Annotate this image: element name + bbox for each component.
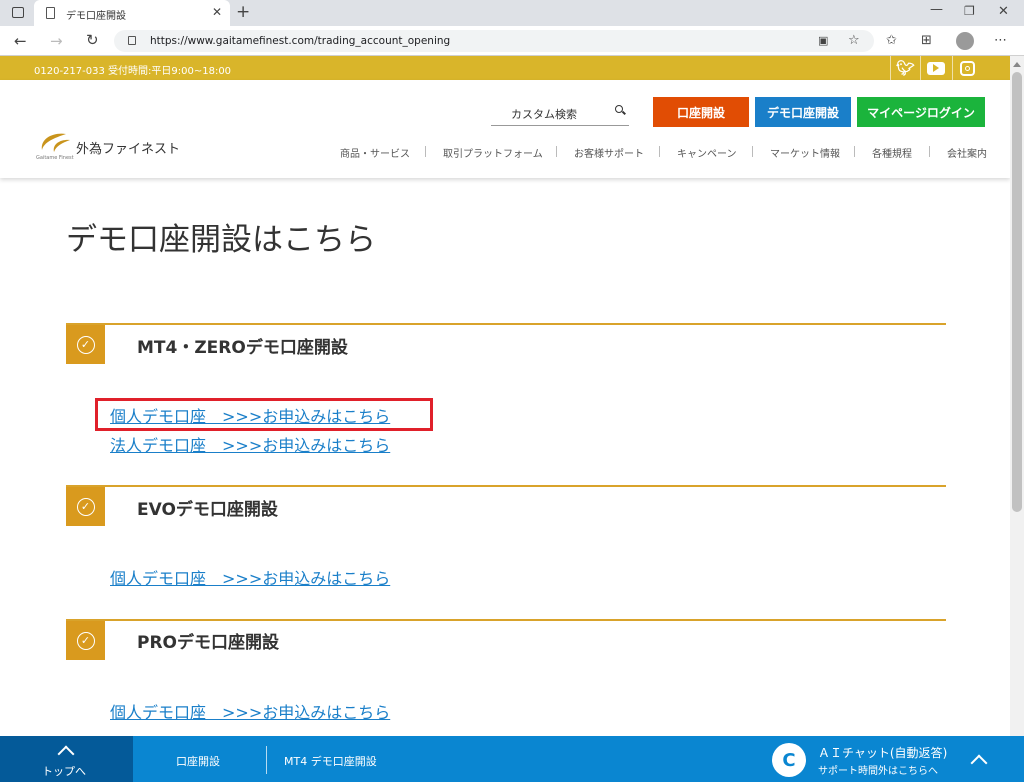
- twitter-icon: 🐦︎: [895, 59, 916, 77]
- site-logo[interactable]: 外為ファイネスト Gaitame Finest: [36, 128, 196, 162]
- check-circle-icon: ✓: [76, 631, 95, 650]
- evo-individual-demo-link[interactable]: 個人デモ口座 >>>お申込みはこちら: [110, 565, 390, 589]
- nav-market[interactable]: マーケット情報: [770, 145, 840, 160]
- section-title-mt4: MT4・ZEROデモ口座開設: [137, 338, 348, 358]
- bottom-fixed-bar: トップへ 口座開設 MT4 デモ口座開設 C ＡＩチャット(自動返答) サポート…: [0, 736, 1024, 782]
- refresh-icon[interactable]: ↻: [86, 33, 99, 48]
- bottom-mt4-demo-link[interactable]: MT4 デモ口座開設: [284, 753, 377, 769]
- address-bar[interactable]: https://www.gaitamefinest.com/trading_ac…: [114, 30, 874, 52]
- section-divider: [66, 485, 946, 487]
- favorites-icon[interactable]: ✩: [886, 34, 897, 47]
- nav-divider: [854, 146, 855, 157]
- contact-strip: 0120-217-033 受付時間:平日9:00~18:00: [0, 56, 1010, 80]
- tab-title: デモ口座開設: [66, 11, 126, 22]
- chat-bubble-icon: C: [772, 743, 806, 777]
- page-title: デモ口座開設はこちら: [66, 222, 376, 258]
- logo-mark-icon: [41, 133, 70, 152]
- section-check-badge: ✓: [66, 487, 105, 526]
- lock-icon: [128, 36, 136, 45]
- section-check-badge: ✓: [66, 325, 105, 364]
- demo-account-button[interactable]: デモ口座開設: [755, 97, 851, 127]
- forward-icon[interactable]: →: [50, 34, 63, 49]
- scrollbar-thumb[interactable]: [1012, 72, 1022, 512]
- close-window-icon[interactable]: ✕: [998, 5, 1009, 18]
- youtube-link[interactable]: [920, 56, 950, 80]
- mypage-login-button[interactable]: マイページログイン: [857, 97, 985, 127]
- page-icon: [46, 7, 55, 19]
- nav-campaign[interactable]: キャンペーン: [677, 145, 737, 160]
- ai-chat-button[interactable]: C ＡＩチャット(自動返答) サポート時間外はこちらへ: [772, 742, 952, 778]
- close-tab-icon[interactable]: ✕: [212, 6, 222, 18]
- check-circle-icon: ✓: [76, 497, 95, 516]
- nav-platform[interactable]: 取引プラットフォーム: [443, 145, 543, 160]
- nav-divider: [752, 146, 753, 157]
- back-to-top-label: トップへ: [42, 765, 86, 778]
- qr-code-icon[interactable]: ▣: [818, 35, 828, 46]
- scroll-up-icon[interactable]: [1013, 62, 1021, 67]
- chevron-up-icon: [57, 745, 75, 763]
- mt4-corporate-demo-link[interactable]: 法人デモ口座 >>>お申込みはこちら: [110, 432, 390, 456]
- nav-divider: [659, 146, 660, 157]
- more-icon[interactable]: ⋯: [994, 34, 1007, 47]
- section-title-evo: EVOデモ口座開設: [137, 500, 278, 520]
- pro-individual-demo-link[interactable]: 個人デモ口座 >>>お申込みはこちら: [110, 699, 390, 723]
- tab-actions-icon[interactable]: [12, 7, 24, 18]
- chevron-up-icon[interactable]: [970, 754, 988, 772]
- twitter-link[interactable]: 🐦︎: [890, 56, 920, 80]
- account-opening-button[interactable]: 口座開設: [653, 97, 749, 127]
- nav-company[interactable]: 会社案内: [947, 145, 987, 160]
- back-icon[interactable]: ←: [14, 34, 27, 49]
- bottom-divider: [266, 746, 267, 774]
- site-search[interactable]: カスタム検索: [491, 99, 629, 126]
- check-circle-icon: ✓: [76, 335, 95, 354]
- add-favorite-icon[interactable]: ☆: [848, 34, 860, 47]
- nav-divider: [556, 146, 557, 157]
- contact-info: 0120-217-033 受付時間:平日9:00~18:00: [34, 66, 232, 77]
- search-label: カスタム検索: [511, 108, 577, 121]
- section-divider: [66, 323, 946, 325]
- new-tab-icon[interactable]: +: [236, 4, 250, 21]
- instagram-link[interactable]: [952, 56, 982, 80]
- logo-text: 外為ファイネスト: [76, 142, 181, 157]
- nav-support[interactable]: お客様サポート: [574, 145, 644, 160]
- back-to-top-button[interactable]: トップへ: [0, 736, 133, 782]
- section-title-pro: PROデモ口座開設: [137, 633, 280, 653]
- chat-subtitle: サポート時間外はこちらへ: [818, 766, 938, 777]
- bottom-account-opening-link[interactable]: 口座開設: [176, 753, 220, 769]
- minimize-icon[interactable]: —: [930, 3, 943, 16]
- logo-subtext: Gaitame Finest: [36, 155, 74, 161]
- page-scrollbar[interactable]: [1010, 56, 1024, 736]
- section-check-badge: ✓: [66, 621, 105, 660]
- youtube-icon: [926, 61, 945, 75]
- collections-icon[interactable]: ⊞: [921, 34, 932, 47]
- url-text: https://www.gaitamefinest.com/trading_ac…: [150, 35, 451, 47]
- mt4-individual-demo-link[interactable]: 個人デモ口座 >>>お申込みはこちら: [110, 403, 390, 427]
- nav-rules[interactable]: 各種規程: [872, 145, 912, 160]
- instagram-icon: [960, 60, 975, 76]
- browser-tab[interactable]: デモ口座開設 ✕: [34, 0, 230, 26]
- section-divider: [66, 619, 946, 621]
- nav-divider: [425, 146, 426, 157]
- profile-avatar[interactable]: [956, 32, 974, 50]
- browser-tab-bar: デモ口座開設 ✕ + — ❐ ✕: [0, 0, 1024, 26]
- nav-products[interactable]: 商品・サービス: [340, 145, 410, 160]
- nav-divider: [929, 146, 930, 157]
- browser-toolbar: ← → ↻ https://www.gaitamefinest.com/trad…: [0, 26, 1024, 56]
- chat-title: ＡＩチャット(自動返答): [818, 746, 948, 760]
- restore-icon[interactable]: ❐: [964, 5, 975, 17]
